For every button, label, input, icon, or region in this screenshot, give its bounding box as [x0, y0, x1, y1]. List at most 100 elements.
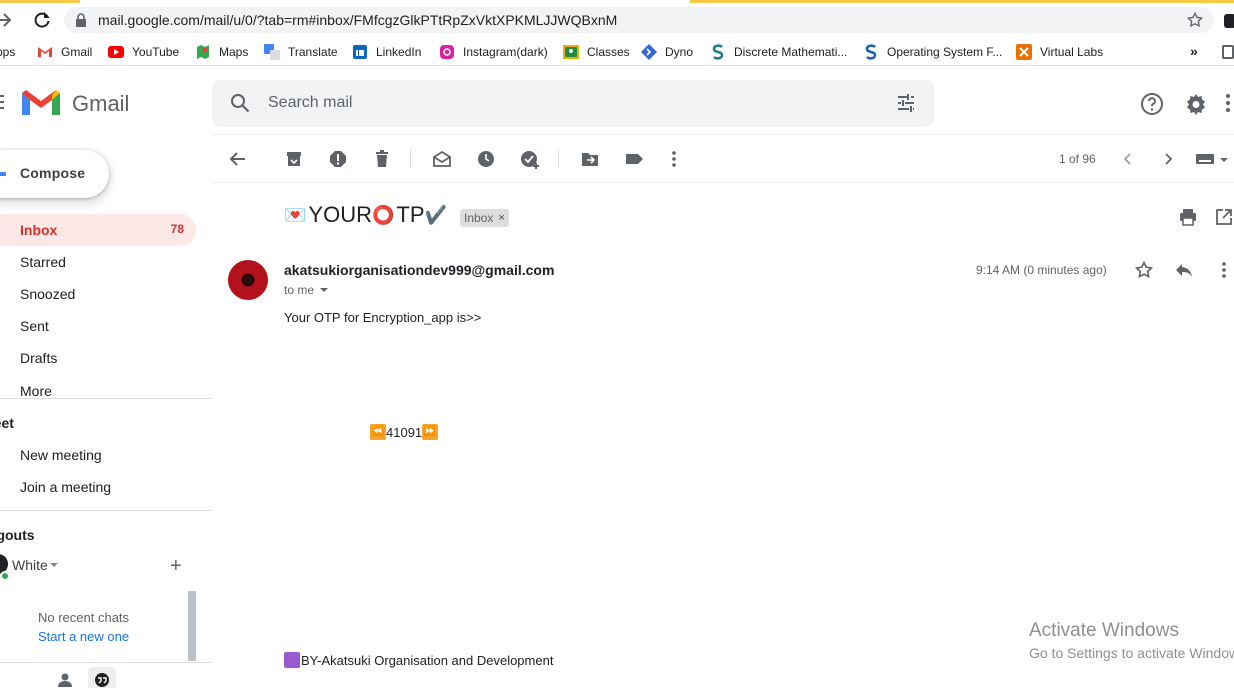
chevron-down-icon[interactable] — [50, 563, 58, 567]
bookmark-discrete-math[interactable]: Discrete Mathemati... — [710, 43, 847, 61]
bookmark-instagram[interactable]: Instagram(dark) — [439, 43, 548, 61]
print-icon[interactable] — [1178, 207, 1198, 227]
compose-plus-icon — [0, 172, 6, 176]
label-tag-icon[interactable] — [624, 149, 644, 169]
new-meeting-link[interactable]: New meeting — [20, 447, 102, 463]
compose-label: Compose — [20, 165, 86, 181]
conversations-tab[interactable] — [88, 667, 116, 688]
gmail-wordmark[interactable]: Gmail — [72, 91, 129, 117]
bookmark-label: Maps — [219, 45, 249, 59]
sidebar-item-drafts[interactable]: Drafts — [0, 342, 196, 374]
bookmark-label: Apps — [0, 45, 16, 59]
reload-icon[interactable] — [32, 10, 52, 30]
browser-toolbar: mail.google.com/mail/u/0/?tab=rm#inbox/F… — [0, 3, 1234, 37]
bookmark-operating-system[interactable]: Operating System F... — [863, 43, 1002, 61]
virtual-labs-icon — [1016, 44, 1032, 60]
sender-email[interactable]: akatsukiorganisationdev999@gmail.com — [284, 262, 554, 278]
newer-chevron-left-icon[interactable] — [1118, 149, 1138, 169]
sidebar-divider — [0, 398, 212, 399]
search-input[interactable] — [268, 92, 868, 114]
atom-symbol-icon — [284, 652, 300, 668]
recipients-details[interactable]: to me — [284, 283, 329, 297]
bookmark-classes[interactable]: Classes — [563, 43, 630, 61]
delete-trash-icon[interactable] — [372, 149, 392, 169]
bookmark-maps[interactable]: Maps — [195, 43, 248, 61]
email-timestamp: 9:14 AM (0 minutes ago) — [976, 263, 1107, 277]
bookmark-linkedin[interactable]: LinkedIn — [352, 43, 421, 61]
older-chevron-right-icon[interactable] — [1158, 149, 1178, 169]
toolbar-separator — [410, 150, 411, 168]
bookmark-label: LinkedIn — [376, 45, 422, 59]
url-text[interactable]: mail.google.com/mail/u/0/?tab=rm#inbox/F… — [98, 12, 617, 28]
forward-arrow-icon[interactable] — [0, 10, 14, 30]
gmail-logo-icon[interactable] — [22, 89, 60, 117]
lock-icon[interactable] — [74, 12, 88, 28]
scribd-icon — [710, 44, 726, 60]
sidebar-item-more[interactable]: More — [0, 375, 196, 407]
email-body-text: Your OTP for Encryption_app is>> — [284, 310, 482, 325]
chat-list-scrollbar[interactable] — [188, 591, 196, 661]
bookmark-translate[interactable]: Translate — [264, 43, 338, 61]
sidebar-divider — [0, 510, 212, 511]
header-divider — [212, 134, 1234, 135]
bookmark-virtual-labs[interactable]: Virtual Labs — [1016, 43, 1103, 61]
activate-windows-watermark: Activate Windows Go to Settings to activ… — [1029, 620, 1234, 661]
bookmark-label: Virtual Labs — [1040, 45, 1104, 59]
hangouts-user-row[interactable]: White + — [0, 554, 212, 581]
join-meeting-link[interactable]: Join a meeting — [20, 479, 111, 495]
pagination-count: 1 of 96 — [1059, 152, 1096, 166]
bookmark-star-icon[interactable] — [1186, 11, 1204, 29]
compose-button[interactable]: Compose — [0, 150, 109, 198]
reply-icon[interactable] — [1174, 260, 1194, 280]
search-bar[interactable] — [212, 80, 934, 127]
search-options-icon[interactable] — [896, 93, 916, 113]
move-to-icon[interactable] — [580, 149, 600, 169]
sidebar-item-snoozed[interactable]: Snoozed — [0, 278, 196, 310]
main-menu-icon[interactable] — [0, 95, 4, 113]
bookmark-apps[interactable]: Apps — [0, 43, 15, 61]
add-to-tasks-icon[interactable] — [520, 149, 540, 169]
snooze-clock-icon[interactable] — [476, 149, 496, 169]
bookmark-gmail[interactable]: Gmail — [37, 43, 92, 61]
inbox-label-chip[interactable]: Inbox × — [460, 209, 509, 227]
address-bar[interactable]: mail.google.com/mail/u/0/?tab=rm#inbox/F… — [64, 7, 1214, 33]
extensions-icon[interactable] — [1224, 14, 1234, 28]
sidebar-item-inbox[interactable]: Inbox 78 — [0, 214, 196, 246]
bookmark-youtube[interactable]: YouTube — [108, 43, 179, 61]
reading-list-icon[interactable] — [1222, 45, 1234, 59]
archive-icon[interactable] — [284, 149, 304, 169]
report-spam-icon[interactable] — [328, 149, 348, 169]
input-tools-keyboard-icon[interactable] — [1196, 149, 1230, 169]
more-message-options-icon[interactable] — [1214, 260, 1234, 280]
sender-avatar[interactable] — [228, 260, 268, 300]
settings-gear-icon[interactable] — [1184, 92, 1208, 116]
new-conversation-plus-icon[interactable]: + — [170, 556, 182, 576]
start-new-chat-link[interactable]: Start a new one — [38, 629, 129, 644]
sidebar-item-sent[interactable]: Sent — [0, 310, 196, 342]
search-icon[interactable] — [230, 93, 250, 113]
star-icon[interactable] — [1134, 260, 1154, 280]
sidebar-item-label: More — [20, 383, 52, 399]
back-to-inbox-icon[interactable] — [228, 149, 248, 169]
sidebar-item-starred[interactable]: Starred — [0, 246, 196, 278]
bookmark-dyno[interactable]: Dyno — [641, 43, 693, 61]
chevron-down-icon[interactable] — [320, 288, 329, 292]
toolbar-divider — [212, 182, 1234, 183]
mark-as-unread-icon[interactable] — [432, 149, 452, 169]
remove-label-icon[interactable]: × — [498, 212, 504, 224]
translate-icon — [264, 44, 280, 60]
hangouts-user-name[interactable]: White — [12, 557, 48, 573]
bookmark-label: Discrete Mathemati... — [734, 45, 848, 59]
otp-line: ⏪ 41091 ⏩ — [370, 424, 439, 440]
contacts-person-icon[interactable] — [57, 673, 73, 687]
subject-text: TP — [396, 202, 425, 227]
bookmark-label: YouTube — [132, 45, 180, 59]
hollow-circle-emoji: ⭕ — [371, 204, 395, 225]
help-icon[interactable] — [1140, 92, 1164, 116]
google-apps-icon[interactable] — [1226, 94, 1234, 115]
open-in-new-window-icon[interactable] — [1214, 207, 1234, 227]
bookmarks-overflow-button[interactable]: » — [1190, 43, 1198, 59]
label-text: Inbox — [464, 211, 494, 225]
more-options-icon[interactable] — [664, 149, 684, 169]
bookmark-label: Classes — [587, 45, 630, 59]
